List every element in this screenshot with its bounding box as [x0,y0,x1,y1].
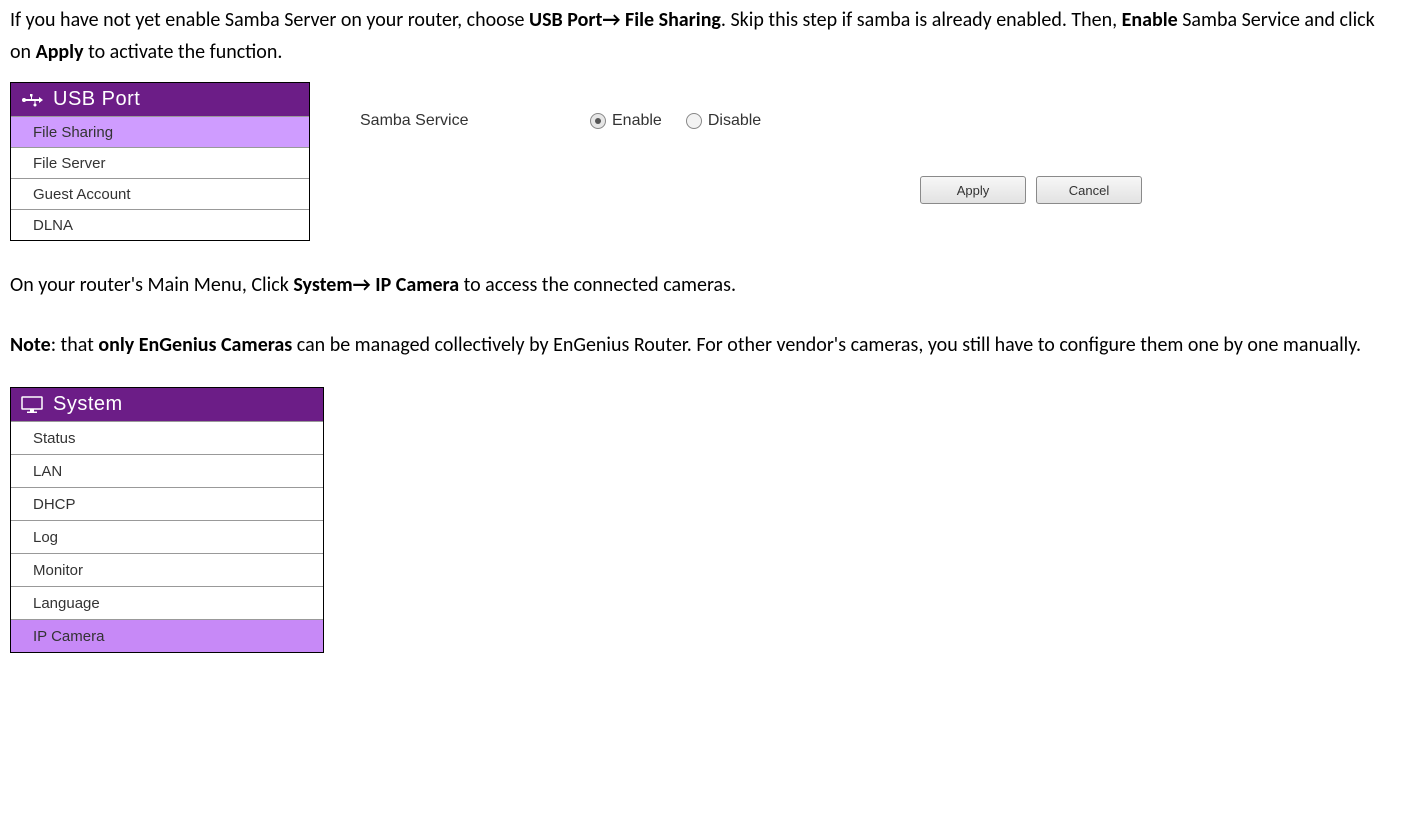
system-menu-item-status[interactable]: Status [11,421,323,454]
usb-menu-item-file-sharing[interactable]: File Sharing [11,116,309,147]
usb-menu-item-file-server[interactable]: File Server [11,147,309,178]
system-ipcamera-paragraph: On your router's Main Menu, Click System… [10,269,1397,301]
menu-item-label: IP Camera [33,628,104,645]
intro-text-1: If you have not yet enable Samba Server … [10,8,529,32]
samba-enable-option[interactable]: Enable [590,112,662,130]
intro-text-2: . Skip this step if samba is already ena… [721,8,1122,32]
button-label: Apply [957,183,990,198]
intro-bold-apply: Apply [36,40,84,64]
system-menu-item-ip-camera[interactable]: IP Camera [11,619,323,652]
menu-item-label: LAN [33,463,62,480]
menu-item-label: Guest Account [33,186,131,203]
button-label: Cancel [1069,183,1109,198]
radio-label: Disable [708,112,761,130]
intro-text-4: to activate the function. [84,40,283,64]
apply-button[interactable]: Apply [920,176,1026,204]
system-menu-item-language[interactable]: Language [11,586,323,619]
p2-bold-ipcamera: IP Camera [371,273,459,297]
menu-item-label: Monitor [33,562,83,579]
menu-item-label: DHCP [33,496,76,513]
radio-icon [686,113,702,129]
usb-menu-item-dlna[interactable]: DLNA [11,209,309,240]
usb-port-menu: USB Port File Sharing File Server Guest … [10,82,310,241]
intro-bold-enable: Enable [1122,8,1178,32]
note-paragraph: Note: that only EnGenius Cameras can be … [10,329,1397,361]
monitor-icon [21,396,43,414]
menu-item-label: File Server [33,155,106,172]
cancel-button[interactable]: Cancel [1036,176,1142,204]
system-menu: System Status LAN DHCP Log Monitor Langu… [10,387,324,653]
menu-item-label: Status [33,430,76,447]
usb-icon [21,92,43,108]
menu-item-label: DLNA [33,217,73,234]
system-menu-item-lan[interactable]: LAN [11,454,323,487]
menu-item-label: File Sharing [33,124,113,141]
note-bold: only EnGenius Cameras [98,333,292,357]
usb-menu-item-guest-account[interactable]: Guest Account [11,178,309,209]
note-rest: can be managed collectively by EnGenius … [292,333,1361,357]
note-colon: : that [51,333,99,357]
menu-item-label: Language [33,595,100,612]
samba-service-panel: Samba Service Enable Disable Apply Cance… [350,72,1397,204]
note-lead: Note [10,333,51,357]
system-menu-item-monitor[interactable]: Monitor [11,553,323,586]
usb-port-menu-header[interactable]: USB Port [11,83,309,116]
usb-port-menu-title: USB Port [53,88,140,111]
samba-service-label: Samba Service [350,112,590,130]
system-menu-header[interactable]: System [11,388,323,421]
system-menu-title: System [53,393,123,416]
system-menu-item-dhcp[interactable]: DHCP [11,487,323,520]
menu-item-label: Log [33,529,58,546]
p2-text-1: On your router's Main Menu, Click [10,273,293,297]
p2-text-2: to access the connected cameras. [459,273,736,297]
p2-bold-system: System [293,273,352,297]
radio-icon [590,113,606,129]
radio-label: Enable [612,112,662,130]
system-menu-item-log[interactable]: Log [11,520,323,553]
intro-bold-usbport: USB Port [529,8,602,32]
intro-bold-filesharing: File Sharing [621,8,721,32]
intro-paragraph: If you have not yet enable Samba Server … [10,4,1397,68]
samba-disable-option[interactable]: Disable [686,112,761,130]
arrow-icon: → [353,273,371,297]
arrow-icon: → [602,8,620,32]
